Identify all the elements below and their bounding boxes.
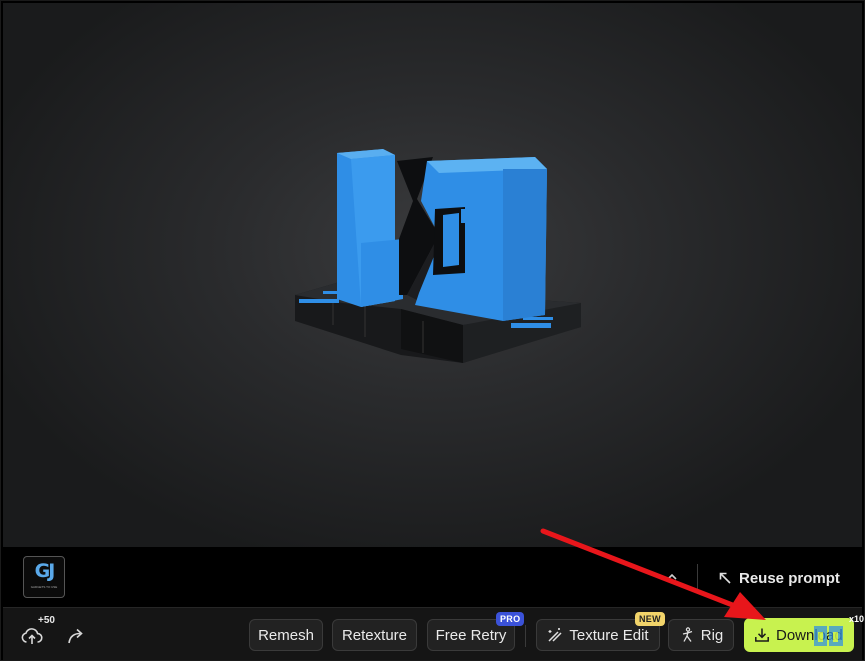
remesh-button[interactable]: Remesh (249, 619, 323, 651)
retexture-label: Retexture (341, 626, 408, 644)
new-tag: NEW (635, 612, 665, 626)
skeleton-icon (682, 627, 692, 642)
magic-wand-icon (548, 628, 562, 642)
cloud-upload-icon[interactable] (20, 624, 44, 648)
pro-tag: PRO (496, 612, 525, 626)
free-retry-label: Free Retry (435, 626, 507, 644)
watermark-logo (814, 626, 843, 646)
rig-label: Rig (700, 626, 724, 644)
reuse-prompt-button[interactable]: Reuse prompt (718, 568, 840, 588)
retexture-button[interactable]: Retexture (332, 619, 417, 651)
app-window: GJ GADGETS TO USE Reuse prompt +50 Remes… (0, 0, 865, 661)
3d-model-viewport[interactable] (3, 3, 862, 547)
arrow-up-left-icon (719, 572, 731, 584)
3d-model-render (295, 149, 581, 363)
action-toolbar: +50 Remesh Retexture Free Retry PRO Text… (3, 607, 865, 660)
reuse-prompt-label: Reuse prompt (739, 569, 840, 587)
download-icon (755, 628, 769, 642)
thumbnail-logo-text: GJ (34, 560, 56, 582)
rig-button[interactable]: Rig (668, 619, 734, 651)
share-icon[interactable] (65, 624, 89, 648)
texture-edit-label: Texture Edit (569, 626, 649, 644)
credits-badge: +50 (38, 615, 55, 626)
generation-strip: GJ GADGETS TO USE Reuse prompt (3, 548, 862, 606)
chevron-up-icon[interactable] (665, 570, 679, 584)
thumbnail-logo-subtext: GADGETS TO USE (30, 585, 58, 589)
download-credit-cost: x10 (849, 614, 865, 624)
model-thumbnail[interactable]: GJ GADGETS TO USE (23, 556, 65, 598)
toolbar-divider (525, 625, 526, 647)
remesh-label: Remesh (258, 626, 314, 644)
divider (697, 564, 698, 592)
